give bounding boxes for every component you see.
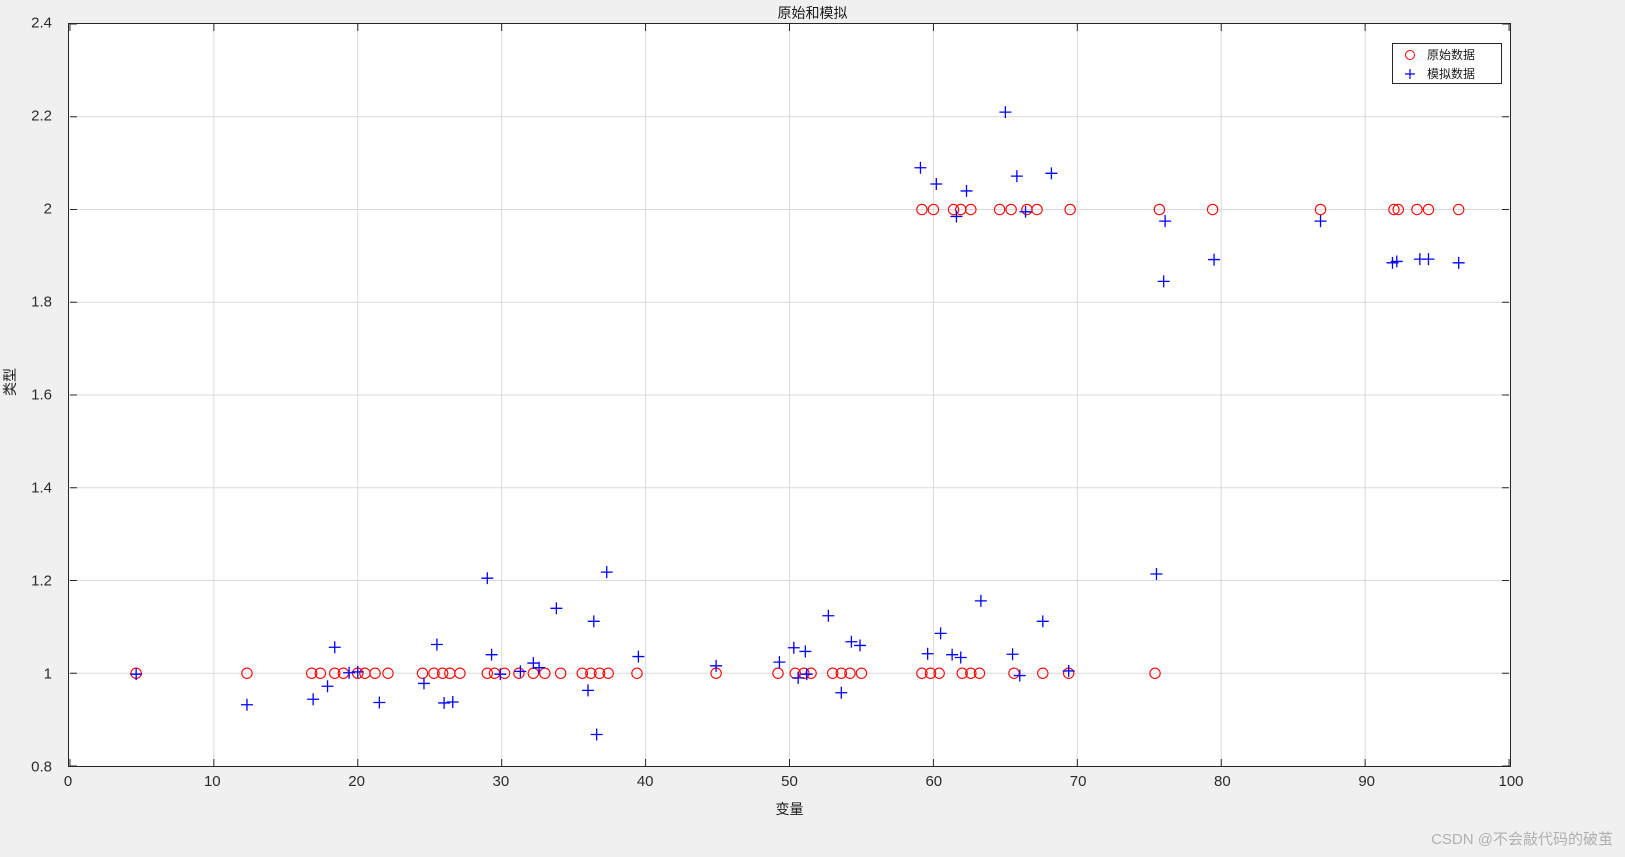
chart-title: 原始和模拟 [777, 5, 848, 21]
legend-box[interactable]: 原始数据 模拟数据 [1392, 43, 1502, 84]
y-tick-label: 1.2 [31, 572, 52, 590]
y-tick-label: 1 [43, 665, 52, 683]
legend-label-simulated: 模拟数据 [1427, 67, 1476, 81]
plus-marker-icon [1393, 66, 1427, 82]
x-tick-label: 10 [203, 773, 221, 790]
x-tick-label: 60 [925, 773, 943, 790]
y-tick-label: 1.4 [31, 479, 52, 497]
x-tick-label: 0 [63, 773, 73, 790]
x-tick-label: 70 [1069, 773, 1087, 790]
data-points-layer [130, 106, 1465, 741]
x-tick-label: 20 [348, 773, 365, 790]
y-tick-label: 2.2 [31, 107, 52, 125]
y-tick-label: 0.8 [31, 758, 52, 776]
circle-marker-icon [1393, 47, 1427, 63]
x-tick-label: 100 [1498, 773, 1524, 790]
matlab-figure-window: 原始和模拟 0.8 1 1.2 1.4 1.6 1.8 2 2.2 2.4 0 10 20 30 40 5… [0, 0, 1625, 857]
y-tick-label: 2 [43, 200, 52, 218]
x-tick-label: 30 [492, 773, 510, 790]
legend-label-original: 原始数据 [1427, 48, 1476, 62]
x-tick-label: 80 [1214, 773, 1231, 790]
y-tick-label: 2.4 [31, 14, 52, 32]
y-tick-label: 1.8 [31, 293, 52, 311]
y-tick-label: 1.6 [31, 386, 52, 404]
legend-entry-simulated: 模拟数据 [1393, 64, 1503, 83]
csdn-watermark: CSDN @不会敲代码的破茧 [1431, 831, 1613, 848]
legend-entry-original: 原始数据 [1393, 45, 1503, 64]
series-original [130, 203, 1465, 679]
y-axis-title: 类型 [2, 368, 18, 396]
series-simulated [130, 106, 1465, 741]
x-axis-title: 变量 [775, 801, 804, 817]
x-axis-tick-labels: 0 10 20 30 40 50 60 70 80 90 100 [64, 773, 1524, 797]
x-tick-label: 40 [636, 773, 654, 790]
x-tick-label: 50 [781, 773, 798, 790]
plot-area [68, 23, 1511, 767]
x-tick-label: 90 [1358, 773, 1376, 790]
